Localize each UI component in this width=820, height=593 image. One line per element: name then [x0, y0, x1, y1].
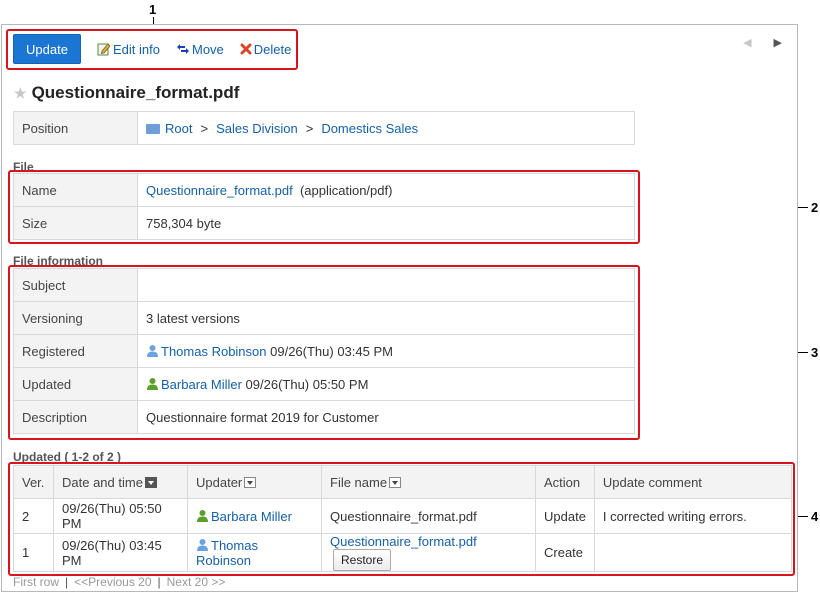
- file-name-link[interactable]: Questionnaire_format.pdf: [146, 183, 293, 198]
- updated-label: Updated: [13, 367, 138, 401]
- file-table: Name Questionnaire_format.pdf (applicati…: [13, 173, 635, 240]
- table-row: 1 09/26(Thu) 03:45 PM Thomas Robinson Qu…: [13, 533, 793, 572]
- col-updater-label: Updater: [196, 474, 243, 490]
- next-page-link[interactable]: Next 20 >>: [167, 575, 226, 589]
- file-info-table: Subject Versioning 3 latest versions Reg…: [13, 268, 635, 434]
- col-filename[interactable]: File name: [321, 465, 536, 499]
- toolbar: Update Edit info Move Delete: [13, 34, 291, 64]
- delete-x-icon: [240, 43, 252, 55]
- next-record-icon[interactable]: ▶: [774, 36, 782, 49]
- user-icon: [197, 538, 208, 551]
- col-action: Action: [535, 465, 595, 499]
- sort-icon[interactable]: [244, 476, 257, 488]
- delete-link[interactable]: Delete: [240, 41, 292, 57]
- history-table: Ver. Date and time Updater File name Act…: [13, 465, 793, 572]
- pager-separator: |: [157, 575, 161, 589]
- name-cell: Questionnaire_format.pdf (application/pd…: [137, 173, 635, 207]
- position-label: Position: [13, 111, 138, 145]
- pagination: First row | <<Previous 20 | Next 20 >>: [13, 575, 225, 589]
- move-label: Move: [191, 41, 224, 57]
- edit-info-link[interactable]: Edit info: [97, 42, 160, 57]
- sort-icon[interactable]: [144, 476, 157, 488]
- user-icon: [197, 509, 208, 522]
- first-row-link[interactable]: First row: [13, 575, 59, 589]
- update-button[interactable]: Update: [13, 34, 81, 64]
- size-value: 758,304 byte: [137, 206, 635, 240]
- file-version-link[interactable]: Questionnaire_format.pdf: [330, 534, 477, 549]
- size-label: Size: [13, 206, 138, 240]
- record-navigation: ◀ ▶: [743, 36, 782, 49]
- callout-4: 4: [811, 509, 819, 524]
- row-action: Update: [535, 498, 595, 534]
- move-arrows-icon: [176, 44, 189, 54]
- versioning-label: Versioning: [13, 301, 138, 335]
- callout-1: 1: [149, 2, 157, 17]
- row-ver: 2: [13, 498, 54, 534]
- description-label: Description: [13, 400, 138, 434]
- file-section-heading: File: [13, 160, 34, 174]
- user-icon: [147, 344, 158, 357]
- file-info-section-heading: File information: [13, 254, 103, 268]
- table-row: 2 09/26(Thu) 05:50 PM Barbara Miller Que…: [13, 498, 793, 534]
- registered-value: Thomas Robinson 09/26(Thu) 03:45 PM: [137, 334, 635, 368]
- edit-info-label: Edit info: [113, 41, 160, 57]
- row-datetime: 09/26(Thu) 03:45 PM: [53, 533, 188, 572]
- col-datetime[interactable]: Date and time: [53, 465, 188, 499]
- edit-icon: [97, 43, 111, 56]
- row-action: Create: [535, 533, 595, 572]
- breadcrumb-separator: >: [200, 120, 209, 136]
- position-table: Position Root > Sales Division > Domestics S…: [13, 111, 635, 145]
- file-title: Questionnaire_format.pdf: [31, 83, 240, 102]
- versioning-value: 3 latest versions: [137, 301, 635, 335]
- breadcrumb-domestics-sales[interactable]: Domestics Sales: [321, 121, 418, 136]
- breadcrumb-separator: >: [305, 120, 314, 136]
- col-comment: Update comment: [593, 465, 793, 499]
- previous-page-link[interactable]: <<Previous 20: [74, 575, 151, 589]
- updated-user-link[interactable]: Barbara Miller: [161, 377, 242, 392]
- row-ver: 1: [13, 533, 54, 572]
- user-icon: [147, 377, 158, 390]
- pager-separator: |: [65, 575, 69, 589]
- previous-record-icon[interactable]: ◀: [743, 36, 751, 49]
- breadcrumb-root[interactable]: Root: [165, 121, 192, 136]
- row-datetime: 09/26(Thu) 05:50 PM: [53, 498, 188, 534]
- row-updater: Barbara Miller: [187, 498, 322, 534]
- col-ver: Ver.: [13, 465, 54, 499]
- history-header-row: Ver. Date and time Updater File name Act…: [13, 465, 793, 499]
- col-filename-label: File name: [330, 474, 388, 490]
- registered-user-link[interactable]: Thomas Robinson: [161, 344, 267, 359]
- name-label: Name: [13, 173, 138, 207]
- breadcrumb-sales-division[interactable]: Sales Division: [216, 121, 298, 136]
- col-datetime-label: Date and time: [62, 474, 143, 490]
- row-comment: I corrected writing errors.: [593, 498, 793, 534]
- callout-2: 2: [811, 200, 819, 215]
- col-updater[interactable]: Updater: [187, 465, 322, 499]
- row-comment: [593, 533, 793, 572]
- registered-time: 09/26(Thu) 03:45 PM: [270, 343, 393, 359]
- breadcrumb: Root > Sales Division > Domestics Sales: [137, 111, 635, 145]
- updater-link[interactable]: Barbara Miller: [211, 509, 292, 524]
- history-heading: Updated ( 1-2 of 2 ): [13, 450, 122, 464]
- row-updater: Thomas Robinson: [187, 533, 322, 572]
- subject-label: Subject: [13, 268, 138, 302]
- sort-icon[interactable]: [389, 476, 402, 488]
- folder-icon: [146, 123, 160, 134]
- star-icon[interactable]: ★: [14, 85, 27, 102]
- row-filename: Questionnaire_format.pdf: [321, 498, 536, 534]
- delete-label: Delete: [253, 41, 292, 57]
- subject-value: [137, 268, 635, 302]
- updated-time: 09/26(Thu) 05:50 PM: [245, 376, 369, 392]
- mime-type: (application/pdf): [299, 182, 393, 198]
- registered-label: Registered: [13, 334, 138, 368]
- description-value: Questionnaire format 2019 for Customer: [137, 400, 635, 434]
- updated-value: Barbara Miller 09/26(Thu) 05:50 PM: [137, 367, 635, 401]
- restore-button[interactable]: Restore: [333, 549, 392, 571]
- callout-3: 3: [811, 345, 819, 360]
- move-link[interactable]: Move: [176, 42, 224, 57]
- page-title: ★ Questionnaire_format.pdf: [14, 83, 239, 103]
- row-filename: Questionnaire_format.pdfRestore: [321, 533, 536, 572]
